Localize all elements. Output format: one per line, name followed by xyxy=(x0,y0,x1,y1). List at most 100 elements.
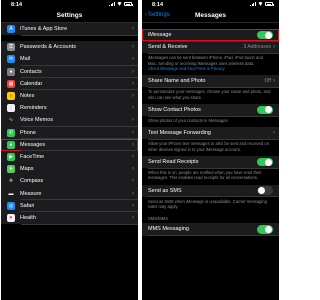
settings-item-calendar[interactable]: ▦ Calendar › xyxy=(1,77,138,91)
wifi-icon xyxy=(258,2,263,6)
settings-item-itunes-app-store[interactable]: AiTunes & App Store › xyxy=(1,23,138,36)
send-receive-row[interactable]: Send & Receive 3 Addresses › xyxy=(142,41,279,54)
status-time: 8:14 xyxy=(152,2,164,8)
settings-item-mail[interactable]: ✉ Mail › xyxy=(1,53,138,66)
contact-photos-label: Show Contact Photos xyxy=(148,106,201,113)
settings-screen: 8:14 Settings AiTunes & App Store › ⚿ Passw… xyxy=(1,0,138,300)
messages-settings-list: iMessage Send & Receive 3 Addresses › iM… xyxy=(142,29,279,236)
settings-item-passwords-accounts[interactable]: ⚿ Passwords & Accounts › xyxy=(1,41,138,54)
settings-item-label: Passwords & Accounts xyxy=(20,44,76,51)
calendar-icon: ▦ xyxy=(7,79,15,88)
chevron-right-icon: › xyxy=(273,78,275,85)
chevron-right-icon: › xyxy=(132,178,134,185)
send-sms-row: Send as SMS xyxy=(142,184,279,198)
read-receipts-toggle[interactable] xyxy=(257,157,273,167)
imessage-row: iMessage xyxy=(142,29,279,42)
status-bar: 8:14 xyxy=(142,0,279,10)
contact-photos-toggle[interactable] xyxy=(257,105,273,115)
sms-note: Send as SMS when iMessage is unavailable… xyxy=(142,196,279,214)
settings-item-voice-memos[interactable]: ∿ Voice Memos › xyxy=(1,114,138,127)
imessage-note-text: iMessages can be sent between iPhone, iP… xyxy=(148,55,264,66)
chevron-right-icon: › xyxy=(132,68,134,75)
settings-item-label: Health xyxy=(20,214,36,221)
status-bar: 8:14 xyxy=(1,0,138,10)
forwarding-row[interactable]: Text Message Forwarding › xyxy=(142,127,279,140)
mms-label: MMS Messaging xyxy=(148,226,189,233)
chevron-right-icon: › xyxy=(132,93,134,100)
chevron-right-icon: › xyxy=(132,202,134,209)
signal-icon xyxy=(250,2,256,6)
settings-item-label: Mail xyxy=(20,56,31,63)
facetime-icon: ▶ xyxy=(7,152,15,161)
share-name-label: Share Name and Photo xyxy=(148,78,206,85)
settings-item-label: Compass xyxy=(20,178,44,185)
chevron-right-icon: › xyxy=(132,105,134,112)
key-icon: ⚿ xyxy=(7,43,15,52)
chevron-right-icon: › xyxy=(132,153,134,160)
settings-item-label: Messages xyxy=(20,141,46,148)
page-title: Messages xyxy=(194,12,227,19)
settings-item-label: Maps xyxy=(20,166,34,173)
settings-item-maps[interactable]: ➤ Maps › xyxy=(1,163,138,176)
phone-icon: ✆ xyxy=(7,128,15,137)
chevron-right-icon: › xyxy=(132,117,134,124)
settings-item-reminders[interactable]: ⋮ Reminders › xyxy=(1,102,138,115)
contact-note: Show photos of your contacts in Messages… xyxy=(142,116,279,128)
notes-icon: ≡ xyxy=(7,92,15,101)
settings-item-notes[interactable]: ≡ Notes › xyxy=(1,89,138,103)
settings-item-compass[interactable]: ✛ Compass › xyxy=(1,175,138,188)
nav-bar: Settings xyxy=(1,10,138,23)
share-note: To personalize your messages, choose you… xyxy=(142,87,279,104)
settings-item-health[interactable]: ♥ Health › xyxy=(1,211,138,225)
share-name-row[interactable]: Share Name and Photo Off › xyxy=(142,75,279,88)
chevron-right-icon: › xyxy=(132,190,134,197)
app-store-icon: A xyxy=(7,25,15,34)
nav-bar: ‹ Settings Messages xyxy=(142,10,279,23)
settings-item-label: Notes xyxy=(20,93,35,100)
settings-item-contacts[interactable]: ● Contacts › xyxy=(1,65,138,78)
settings-item-safari[interactable]: ◎ Safari › xyxy=(1,199,138,213)
settings-item-facetime[interactable]: ▶ FaceTime › xyxy=(1,150,138,164)
messages-icon: ● xyxy=(7,140,15,149)
safari-icon: ◎ xyxy=(7,201,15,210)
contacts-icon: ● xyxy=(7,67,15,76)
imessage-label: iMessage xyxy=(148,32,172,39)
mail-icon: ✉ xyxy=(7,55,15,64)
settings-list: AiTunes & App Store › ⚿ Passwords & Account… xyxy=(1,23,138,225)
contact-photos-row: Show Contact Photos xyxy=(142,103,279,117)
settings-item-messages[interactable]: ● Messages › xyxy=(1,138,138,152)
settings-item-label: Voice Memos xyxy=(20,117,54,124)
read-note: When this is on, people are notified whe… xyxy=(142,168,279,185)
settings-item-measure[interactable]: ▬ Measure › xyxy=(1,187,138,200)
chevron-right-icon: › xyxy=(132,166,134,173)
reminders-icon: ⋮ xyxy=(7,104,15,113)
settings-item-label: Calendar xyxy=(20,80,43,87)
chevron-right-icon: › xyxy=(132,56,134,63)
settings-item-label: Measure xyxy=(20,190,42,197)
send-receive-label: Send & Receive xyxy=(148,44,188,51)
settings-item-label: FaceTime xyxy=(20,153,45,160)
chevron-right-icon: › xyxy=(273,130,275,137)
chevron-right-icon: › xyxy=(132,80,134,87)
battery-icon xyxy=(265,2,274,6)
sms-section-header: SMS/MMS xyxy=(142,213,279,224)
forwarding-note: Allow your iPhone text messages to also … xyxy=(142,139,279,156)
voice-memos-icon: ∿ xyxy=(7,116,15,125)
chevron-right-icon: › xyxy=(132,26,134,33)
chevron-right-icon: › xyxy=(132,141,134,148)
privacy-link[interactable]: About iMessage and FaceTime & Privacy xyxy=(148,66,273,71)
settings-item-phone[interactable]: ✆ Phone › xyxy=(1,126,138,139)
chevron-right-icon: › xyxy=(273,44,275,51)
signal-icon xyxy=(109,2,115,6)
wifi-icon xyxy=(117,2,122,6)
read-receipts-row: Send Read Receipts xyxy=(142,155,279,169)
send-sms-toggle[interactable] xyxy=(257,186,273,195)
status-time: 8:14 xyxy=(11,2,23,8)
settings-item-label: Contacts xyxy=(20,68,42,75)
health-icon: ♥ xyxy=(7,213,15,222)
maps-icon: ➤ xyxy=(7,165,15,174)
page-title: Settings xyxy=(56,12,83,19)
mms-toggle[interactable] xyxy=(257,225,273,234)
read-receipts-label: Send Read Receipts xyxy=(148,159,199,166)
imessage-toggle[interactable] xyxy=(257,30,273,40)
